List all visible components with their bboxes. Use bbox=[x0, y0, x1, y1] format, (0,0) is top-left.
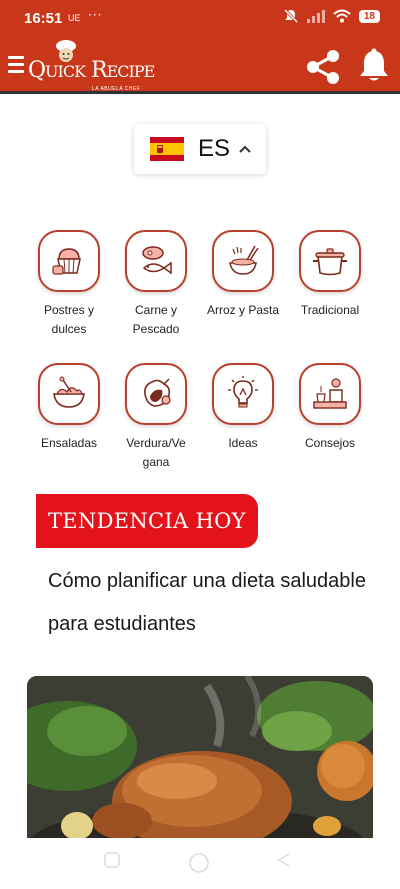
category-postres[interactable]: Postres y dulces bbox=[26, 230, 112, 339]
logo-word-uick: UICK bbox=[45, 62, 86, 81]
lightbulb-icon bbox=[228, 376, 258, 408]
recent-apps-icon[interactable] bbox=[104, 852, 120, 868]
status-carrier: UE bbox=[68, 13, 81, 23]
category-ideas[interactable]: Ideas bbox=[200, 363, 286, 453]
vegetables-icon bbox=[144, 378, 171, 407]
category-label: Carne y Pescado bbox=[132, 303, 180, 336]
category-consejos[interactable]: Consejos bbox=[287, 363, 373, 453]
app-bar: QUICK RECIPE LA ABUELA CHEF bbox=[0, 38, 400, 92]
category-label: Arroz y Pasta bbox=[206, 303, 280, 317]
salad-bowl-icon bbox=[53, 376, 85, 408]
article-image[interactable] bbox=[27, 676, 373, 846]
top-bar: 16:51 UE ··· 18 QUICK RECIPE LA ABUELA C… bbox=[0, 0, 400, 94]
category-verdura[interactable]: Verdura/Vegana bbox=[113, 363, 199, 472]
chevron-up-icon bbox=[239, 145, 251, 153]
category-arroz[interactable]: Arroz y Pasta bbox=[200, 230, 286, 320]
logo-wordmark: QUICK RECIPE bbox=[28, 58, 156, 83]
category-icon-frame bbox=[212, 363, 274, 425]
category-icon-frame bbox=[212, 230, 274, 292]
language-selector[interactable]: ES bbox=[134, 124, 266, 174]
category-carne[interactable]: Carne y Pescado bbox=[113, 230, 199, 339]
category-label: Ideas bbox=[228, 436, 258, 450]
category-icon-frame bbox=[38, 230, 100, 292]
category-label: Verdura/Vegana bbox=[113, 434, 199, 472]
category-tradicional[interactable]: Tradicional bbox=[287, 230, 373, 320]
app-logo[interactable]: QUICK RECIPE LA ABUELA CHEF bbox=[28, 40, 155, 94]
bell-icon[interactable] bbox=[357, 48, 391, 84]
category-label: Tradicional bbox=[300, 303, 360, 317]
share-icon[interactable] bbox=[304, 48, 342, 86]
roast-chicken-illustration bbox=[27, 676, 373, 846]
chef-tips-icon bbox=[313, 378, 347, 409]
pot-icon bbox=[313, 248, 347, 276]
category-label-text: Verdura/Vegana bbox=[126, 436, 186, 469]
status-bar: 16:51 UE ··· 18 bbox=[0, 0, 400, 36]
language-code: ES bbox=[198, 135, 231, 162]
trending-tag: TENDENCIA HOY bbox=[36, 494, 258, 548]
system-nav-bar bbox=[0, 838, 400, 889]
meat-fish-icon bbox=[142, 246, 172, 275]
battery-indicator: 18 bbox=[358, 9, 380, 23]
category-label: Postres y dulces bbox=[43, 303, 94, 336]
logo-tagline: LA ABUELA CHEF bbox=[92, 86, 141, 92]
wifi-icon bbox=[333, 9, 351, 23]
signal-icon bbox=[306, 9, 325, 23]
category-ensaladas[interactable]: Ensaladas bbox=[26, 363, 112, 453]
category-icon-frame bbox=[299, 230, 361, 292]
status-more-dots: ··· bbox=[88, 8, 103, 22]
spain-flag-icon bbox=[150, 137, 184, 161]
logo-word-ecipe: ECIPE bbox=[106, 62, 156, 81]
category-icon-frame bbox=[125, 363, 187, 425]
category-label: Ensaladas bbox=[40, 436, 98, 450]
category-label: Consejos bbox=[304, 436, 356, 450]
cupcake-icon bbox=[52, 248, 81, 275]
article-title[interactable]: Cómo planificar una dieta saludable para… bbox=[48, 560, 368, 646]
mute-icon bbox=[283, 9, 298, 23]
menu-icon[interactable] bbox=[8, 56, 24, 76]
logo-letter-r: R bbox=[91, 58, 108, 83]
rice-pasta-icon bbox=[229, 245, 259, 275]
logo-letter-q: Q bbox=[28, 58, 46, 83]
home-icon[interactable] bbox=[188, 852, 210, 874]
back-icon[interactable] bbox=[276, 852, 292, 868]
status-indicators: 18 bbox=[283, 9, 380, 23]
category-icon-frame bbox=[299, 363, 361, 425]
status-time: 16:51 bbox=[24, 10, 63, 27]
category-icon-frame bbox=[125, 230, 187, 292]
category-icon-frame bbox=[38, 363, 100, 425]
